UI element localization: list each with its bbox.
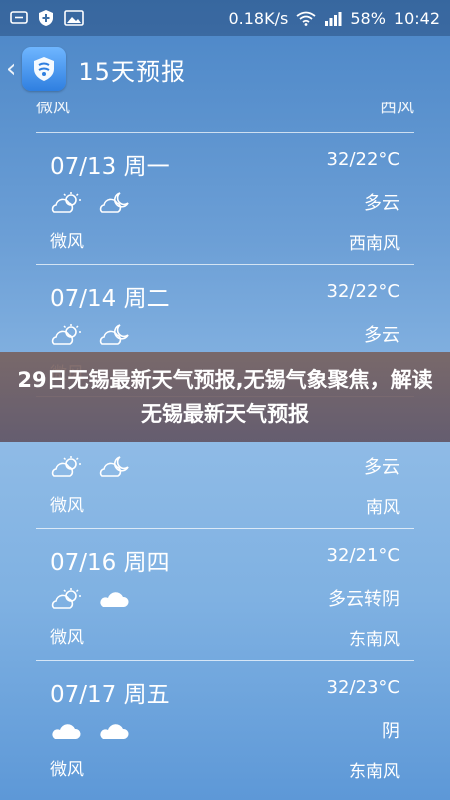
weather-icons (50, 323, 132, 347)
list-item[interactable]: 07/16 周四 32/21°C 多云转阴 微风 东南风 (36, 529, 414, 659)
weather-icons (50, 587, 132, 611)
wind-night: 西风 (380, 102, 414, 117)
clock: 10:42 (393, 8, 440, 28)
day-temp: 32/21°C (326, 545, 400, 566)
wind-day: 微风 (50, 760, 84, 780)
cloud-icon (98, 587, 132, 611)
wifi-icon (296, 11, 316, 26)
day-condition: 多云 (364, 193, 400, 214)
message-icon (10, 11, 28, 25)
battery-percent: 58% (350, 8, 386, 28)
weather-icons (50, 191, 132, 215)
network-speed: 0.18K/s (228, 8, 289, 28)
image-icon (64, 10, 84, 26)
day-condition: 多云转阴 (328, 589, 400, 610)
weather-icons (50, 719, 132, 743)
wind-night: 西南风 (349, 234, 400, 254)
day-temp: 32/22°C (326, 281, 400, 302)
partly-cloudy-night-icon (98, 455, 132, 479)
partly-cloudy-day-icon (50, 323, 84, 347)
day-temp: 32/22°C (326, 149, 400, 170)
day-condition: 阴 (382, 721, 400, 742)
partly-cloudy-day-icon (50, 191, 84, 215)
wind-day: 微风 (50, 232, 84, 252)
partly-cloudy-day-icon (50, 587, 84, 611)
day-date: 07/13 周一 (50, 154, 170, 180)
wind-day: 微风 (50, 628, 84, 648)
headline-banner[interactable]: 29日无锡最新天气预报,无锡气象聚焦，解读无锡最新天气预报 (0, 352, 450, 442)
signal-icon (324, 11, 342, 26)
forecast-list[interactable]: 微风 西风 07/13 周一 32/22°C 多云 微风 西南风 07/14 周… (0, 102, 450, 800)
back-button[interactable]: ‹ (6, 54, 16, 84)
list-item-partial: 微风 西风 (36, 102, 414, 117)
wind-night: 东南风 (349, 762, 400, 782)
status-bar: 0.18K/s 58% 10:42 (0, 0, 450, 36)
page-title: 15天预报 (78, 57, 186, 86)
wind-night: 南风 (366, 498, 400, 518)
day-condition: 多云 (364, 457, 400, 478)
cloud-icon (98, 719, 132, 743)
weather-icons (50, 455, 132, 479)
app-badge-icon[interactable] (22, 47, 67, 91)
status-bar-left (10, 9, 84, 27)
app-bar: ‹ 15天预报 (0, 36, 450, 102)
partly-cloudy-night-icon (98, 323, 132, 347)
list-item[interactable]: 07/17 周五 32/23°C 阴 微风 东南风 (36, 661, 414, 791)
wind-day: 微风 (36, 102, 70, 117)
partly-cloudy-day-icon (50, 455, 84, 479)
day-date: 07/16 周四 (50, 550, 170, 576)
day-date: 07/17 周五 (50, 682, 170, 708)
wind-night: 东南风 (349, 630, 400, 650)
day-condition: 多云 (364, 325, 400, 346)
shield-icon (38, 9, 54, 27)
day-temp: 32/23°C (326, 677, 400, 698)
status-bar-right: 0.18K/s 58% 10:42 (228, 9, 440, 28)
day-date: 07/14 周二 (50, 286, 170, 312)
wind-day: 微风 (50, 496, 84, 516)
headline-text: 29日无锡最新天气预报,无锡气象聚焦，解读无锡最新天气预报 (17, 368, 433, 426)
partly-cloudy-night-icon (98, 191, 132, 215)
cloud-icon (50, 719, 84, 743)
list-item[interactable]: 07/13 周一 32/22°C 多云 微风 西南风 (36, 133, 414, 263)
